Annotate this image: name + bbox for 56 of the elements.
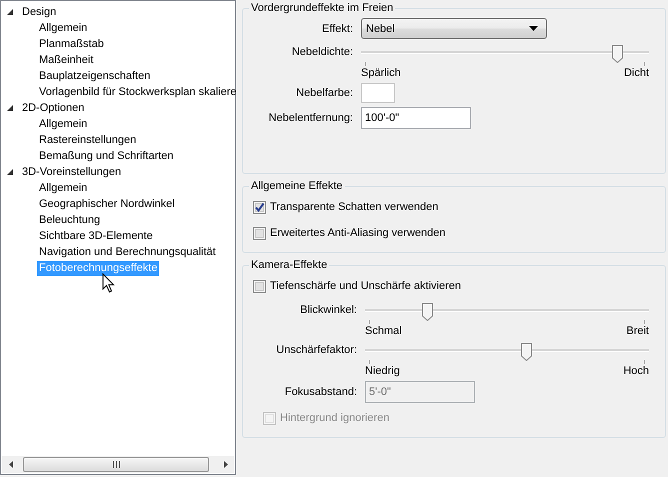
- tree-item[interactable]: Planmaßstab: [37, 36, 106, 52]
- slider-max-label: Breit: [626, 325, 649, 337]
- tree-item[interactable]: Bemaßung und Schriftarten: [37, 148, 176, 164]
- slider-track[interactable]: [365, 341, 649, 363]
- tree-item[interactable]: Rastereinstellungen: [37, 132, 138, 148]
- color-swatch[interactable]: [361, 83, 395, 103]
- slider-thumb[interactable]: [521, 343, 532, 361]
- slider-min-label: Niedrig: [365, 365, 400, 377]
- group-title: Kamera-Effekte: [250, 259, 328, 271]
- slider-thumb[interactable]: [422, 303, 433, 321]
- collapse-triangle-icon[interactable]: [6, 8, 15, 16]
- field-label: Effekt:: [321, 22, 353, 34]
- tree-item[interactable]: Maßeinheit: [37, 52, 96, 68]
- tree-item[interactable]: Sichtbare 3D-Elemente: [37, 228, 155, 244]
- collapse-triangle-icon[interactable]: [6, 104, 15, 112]
- tree-item[interactable]: Beleuchtung: [37, 212, 102, 228]
- caret-icon: [529, 26, 538, 31]
- slider-thumb[interactable]: [612, 45, 623, 63]
- checkbox-label[interactable]: Transparente Schatten verwenden: [270, 201, 438, 213]
- field-label: Fokusabstand:: [284, 386, 357, 398]
- horizontal-scrollbar[interactable]: [2, 456, 234, 473]
- slider-min-label: Spärlich: [361, 67, 401, 79]
- tree-item[interactable]: Navigation und Berechnungsqualität: [37, 244, 218, 260]
- field-label: Nebelfarbe:: [295, 87, 353, 99]
- input-field[interactable]: 100'-0": [361, 107, 471, 129]
- scroll-right-icon[interactable]: [224, 461, 228, 468]
- field-label: Unschärfefaktor:: [275, 344, 357, 356]
- mouse-cursor-icon: [102, 273, 116, 294]
- checkbox[interactable]: [253, 200, 266, 214]
- checkbox-label[interactable]: Tiefenschärfe und Unschärfe aktivieren: [270, 280, 461, 292]
- tree-item[interactable]: 3D-Voreinstellungen: [20, 164, 124, 180]
- slider-track[interactable]: [365, 301, 649, 323]
- field-label: Nebelentfernung:: [268, 112, 353, 124]
- tree-item[interactable]: Allgemein: [37, 20, 90, 36]
- tree-item[interactable]: Vorlagenbild für Stockwerksplan skaliere: [37, 84, 238, 100]
- collapse-triangle-icon[interactable]: [6, 168, 15, 176]
- slider-max-label: Dicht: [624, 67, 649, 79]
- effect-dropdown[interactable]: Nebel: [361, 18, 547, 39]
- tree-item[interactable]: 2D-Optionen: [20, 100, 86, 116]
- group-title: Vordergrundeffekte im Freien: [250, 2, 394, 14]
- slider-track[interactable]: [361, 43, 649, 65]
- grip-icon: [112, 461, 120, 468]
- tree-item[interactable]: Bauplatzeigenschaften: [37, 68, 152, 84]
- field-label: Nebeldichte:: [290, 46, 353, 58]
- tree-item[interactable]: Design: [20, 4, 58, 20]
- checkbox-label[interactable]: Erweitertes Anti-Aliasing verwenden: [270, 227, 446, 239]
- tree-item[interactable]: Allgemein: [37, 180, 90, 196]
- checkbox[interactable]: [253, 226, 266, 240]
- slider-min-label: Schmal: [365, 325, 402, 337]
- checkbox[interactable]: [253, 280, 266, 292]
- tree-item[interactable]: Allgemein: [37, 116, 90, 132]
- tree-item[interactable]: Geographischer Nordwinkel: [37, 196, 177, 212]
- slider-max-label: Hoch: [623, 365, 649, 377]
- scroll-left-icon[interactable]: [8, 461, 12, 468]
- field-label: Blickwinkel:: [299, 304, 357, 316]
- group-title: Allgemeine Effekte: [250, 180, 344, 192]
